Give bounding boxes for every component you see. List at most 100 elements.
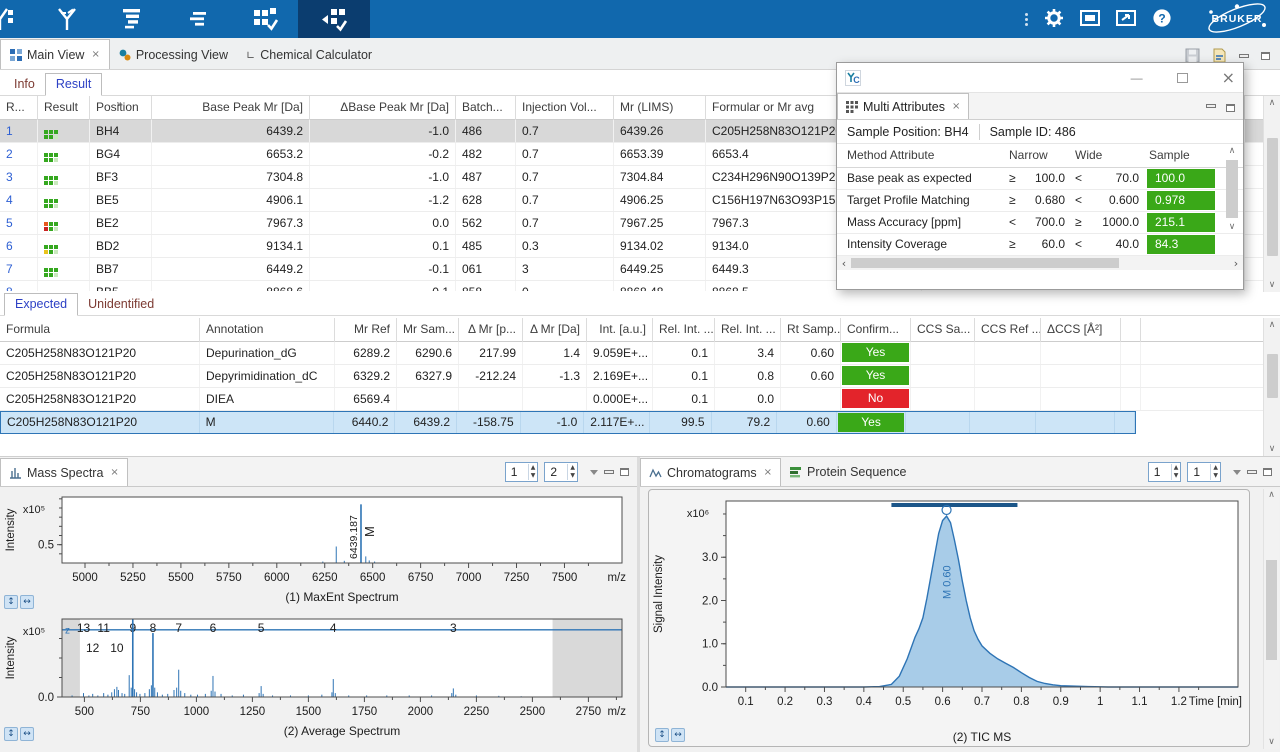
column-header[interactable]: Rt Samp... — [781, 318, 841, 342]
settings-gear-icon[interactable] — [1044, 8, 1064, 31]
column-header[interactable]: R... — [0, 96, 38, 120]
attributes-vscrollbar[interactable]: ∧ ∨ — [1223, 144, 1241, 256]
zoom-vertical-button[interactable]: ↕ — [4, 727, 18, 741]
antibody-partial-icon[interactable] — [0, 0, 34, 38]
column-header[interactable] — [1121, 318, 1141, 342]
subtab-result[interactable]: Result — [45, 73, 102, 96]
column-header[interactable]: Narrow — [1005, 144, 1071, 167]
batch-checklist-icon[interactable] — [232, 0, 298, 38]
scroll-thumb[interactable] — [851, 258, 1119, 268]
column-header[interactable]: Rel. Int. ... — [653, 318, 715, 342]
tab-multi-attributes[interactable]: Multi Attributes × — [837, 93, 969, 119]
attribute-row[interactable]: Mass Accuracy [ppm]<700.0≥1000.0215.1 — [837, 212, 1243, 234]
column-header[interactable]: Batch... — [456, 96, 516, 120]
subtab-info[interactable]: Info — [4, 74, 45, 95]
window-minimize-icon[interactable]: — — [1131, 71, 1143, 85]
window-tile-icon[interactable] — [1080, 10, 1100, 29]
attribute-row[interactable]: Target Profile Matching≥0.680<0.6000.978 — [837, 190, 1243, 212]
maximize-panel-icon[interactable] — [620, 468, 629, 476]
chromatogram-vscrollbar[interactable]: ∧ ∨ — [1263, 489, 1279, 749]
column-header[interactable]: Δ Mr [Da] — [523, 318, 587, 342]
import-icon[interactable] — [1212, 48, 1227, 63]
maximize-panel-icon[interactable] — [1263, 468, 1272, 476]
column-header[interactable]: Base Peak Mr [Da] — [152, 96, 310, 120]
scroll-thumb[interactable] — [1267, 354, 1278, 398]
close-icon[interactable]: × — [952, 101, 960, 112]
scroll-right-icon[interactable]: › — [1229, 257, 1243, 270]
antibody-icon[interactable] — [34, 0, 100, 38]
scroll-down-icon[interactable]: ∨ — [1268, 736, 1275, 749]
peak-list-icon[interactable] — [100, 0, 166, 38]
scroll-up-icon[interactable]: ∧ — [1268, 489, 1275, 502]
maximize-view-icon[interactable] — [1226, 104, 1235, 112]
column-header[interactable]: CCS Sa... — [911, 318, 975, 342]
close-icon[interactable]: × — [110, 467, 118, 478]
scroll-down-icon[interactable]: ∨ — [1269, 278, 1276, 292]
scroll-up-icon[interactable]: ∧ — [1269, 96, 1276, 110]
scroll-thumb[interactable] — [1267, 138, 1278, 256]
zoom-horizontal-button[interactable]: ↔ — [20, 727, 34, 741]
column-header[interactable]: Result — [38, 96, 90, 120]
tab-main-view[interactable]: Main View × — [0, 39, 110, 69]
column-header[interactable]: Mr Ref — [335, 318, 397, 342]
column-header[interactable]: Wide — [1071, 144, 1145, 167]
window-switch-icon[interactable] — [1116, 10, 1136, 29]
table-row[interactable]: C205H258N83O121P20M6440.26439.2-158.75-1… — [0, 411, 1136, 434]
review-checklist-icon[interactable] — [298, 0, 370, 38]
tab-mass-spectra[interactable]: Mass Spectra × — [0, 458, 128, 486]
table-row[interactable]: C205H258N83O121P20DIEA6569.40.000E+...0.… — [0, 388, 1280, 411]
tab-protein-sequence[interactable]: Protein Sequence — [781, 458, 914, 486]
column-header[interactable]: Rel. Int. ... — [715, 318, 781, 342]
column-header[interactable]: Method Attribute — [837, 144, 1005, 167]
spectrum-rows-spinner[interactable]: 2▲▼ — [544, 462, 578, 482]
subtab-unidentified[interactable]: Unidentified — [78, 294, 164, 315]
scroll-up-icon[interactable]: ∧ — [1269, 318, 1276, 332]
scroll-thumb[interactable] — [1266, 560, 1277, 660]
chromatogram-rows-spinner[interactable]: 1▲▼ — [1187, 462, 1221, 482]
view-menu-icon[interactable] — [1233, 470, 1241, 475]
scroll-thumb[interactable] — [1226, 160, 1238, 218]
attributes-hscrollbar[interactable]: ‹ › — [837, 256, 1243, 270]
window-maximize-icon[interactable] — [1177, 73, 1188, 83]
zoom-vertical-button[interactable]: ↕ — [4, 595, 18, 609]
maximize-view-icon[interactable] — [1261, 52, 1270, 60]
spectrum-count-spinner[interactable]: 1▲▼ — [505, 462, 539, 482]
scroll-up-icon[interactable]: ∧ — [1229, 144, 1236, 158]
save-icon[interactable] — [1185, 48, 1200, 63]
column-header[interactable]: Position∨ — [90, 96, 152, 120]
column-header[interactable]: ΔBase Peak Mr [Da] — [310, 96, 456, 120]
column-header[interactable]: Confirm... — [841, 318, 911, 342]
help-icon[interactable]: ? — [1152, 8, 1172, 31]
minimize-view-icon[interactable] — [1239, 54, 1249, 58]
scroll-down-icon[interactable]: ∨ — [1229, 220, 1236, 234]
chromatogram-count-spinner[interactable]: 1▲▼ — [1148, 462, 1182, 482]
column-header[interactable]: Formula — [0, 318, 200, 342]
scroll-down-icon[interactable]: ∨ — [1269, 442, 1276, 456]
column-header[interactable]: Sample Result — [1145, 144, 1217, 167]
attribute-row[interactable]: Intensity Coverage≥60.0<40.084.3 — [837, 234, 1243, 256]
close-icon[interactable]: × — [764, 467, 772, 478]
tab-processing-view[interactable]: Processing View — [110, 41, 237, 69]
column-header[interactable]: ΔCCS [Å²] — [1041, 318, 1121, 342]
table-row[interactable]: C205H258N83O121P20Depurination_dG6289.26… — [0, 342, 1280, 365]
close-icon[interactable]: × — [91, 49, 99, 60]
minimize-panel-icon[interactable] — [604, 470, 614, 474]
tab-chemical-calculator[interactable]: ∟ Chemical Calculator — [237, 41, 381, 69]
attribute-row[interactable]: Base peak as expected≥100.0<70.0100.0 — [837, 168, 1243, 190]
view-menu-icon[interactable] — [590, 470, 598, 475]
column-header[interactable]: CCS Ref ... — [975, 318, 1041, 342]
minimize-view-icon[interactable] — [1206, 104, 1216, 108]
table-row[interactable]: C205H258N83O121P20Depyrimidination_dC632… — [0, 365, 1280, 388]
scroll-left-icon[interactable]: ‹ — [837, 257, 851, 270]
column-header[interactable]: Mr (LIMS) — [614, 96, 706, 120]
column-header[interactable]: Int. [a.u.] — [587, 318, 653, 342]
minimize-panel-icon[interactable] — [1247, 470, 1257, 474]
column-header[interactable]: Injection Vol... — [516, 96, 614, 120]
column-header[interactable]: Annotation — [200, 318, 335, 342]
peak-list-small-icon[interactable] — [166, 0, 232, 38]
zoom-vertical-button[interactable]: ↕ — [655, 728, 669, 742]
expected-table-vscrollbar[interactable]: ∧ ∨ — [1263, 318, 1280, 456]
column-header[interactable]: Mr Sam... — [397, 318, 459, 342]
column-header[interactable]: Δ Mr [p... — [459, 318, 523, 342]
zoom-horizontal-button[interactable]: ↔ — [20, 595, 34, 609]
